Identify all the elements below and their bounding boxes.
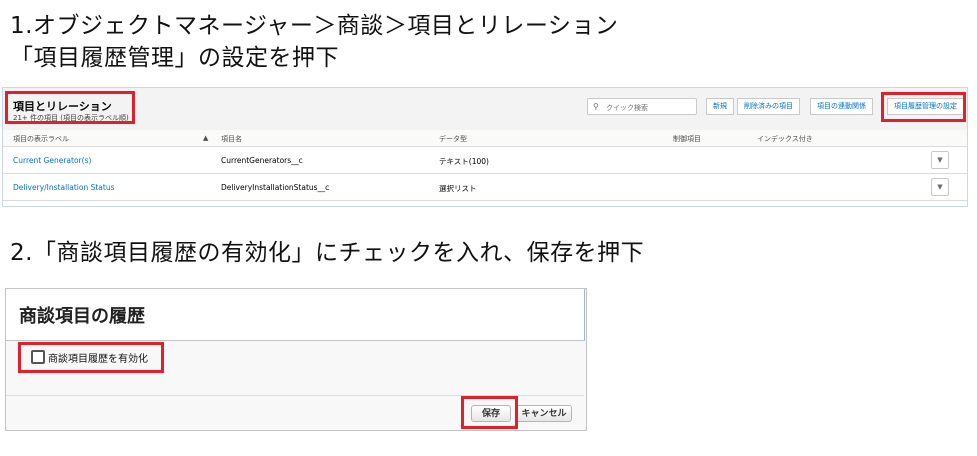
- field-label-link[interactable]: Delivery/Installation Status: [13, 183, 114, 192]
- table-row: Delivery/Installation Status DeliveryIns…: [3, 174, 967, 201]
- highlight-box-title: [5, 91, 135, 124]
- field-api-name: CurrentGenerators__c: [221, 156, 303, 165]
- search-placeholder: クイック検索: [606, 104, 648, 112]
- highlight-box-checkbox: [18, 342, 164, 373]
- new-button[interactable]: 新規: [706, 98, 734, 115]
- instruction-step1-line2: 「項目履歴管理」の設定を押下: [10, 45, 339, 71]
- history-panel-title: 商談項目の履歴: [19, 306, 145, 327]
- row-actions-chevron-icon[interactable]: ▼: [931, 151, 949, 169]
- opportunity-field-history-panel: 商談項目の履歴 商談項目履歴を有効化 保存 キャンセル: [5, 288, 587, 431]
- highlight-box-save: [461, 396, 518, 429]
- history-panel-header: 商談項目の履歴: [6, 289, 585, 341]
- highlight-box-history-button: [881, 92, 966, 122]
- fields-relationships-panel: 項目とリレーション 21+ 件の項目 (項目の表示ラベル順) ⚲ クイック検索 …: [2, 87, 968, 207]
- table-row: Current Generator(s) CurrentGenerators__…: [3, 147, 967, 174]
- col-controlling-field[interactable]: 制御項目: [673, 134, 701, 144]
- col-data-type[interactable]: データ型: [439, 134, 467, 144]
- instruction-step2: 2.「商談項目履歴の有効化」にチェックを入れ、保存を押下: [10, 240, 645, 266]
- col-field-name[interactable]: 項目名: [221, 134, 242, 144]
- panel-header: 項目とリレーション 21+ 件の項目 (項目の表示ラベル順) ⚲ クイック検索 …: [3, 88, 967, 131]
- field-data-type: テキスト(100): [439, 157, 489, 166]
- col-indexed[interactable]: インデックス付き: [757, 134, 813, 144]
- sort-asc-icon[interactable]: ▲: [203, 134, 208, 142]
- field-api-name: DeliveryInstallationStatus__c: [221, 183, 330, 192]
- field-data-type: 選択リスト: [439, 184, 477, 193]
- field-label-link[interactable]: Current Generator(s): [13, 156, 91, 165]
- cancel-button[interactable]: キャンセル: [516, 405, 572, 422]
- quick-search-input[interactable]: ⚲ クイック検索: [587, 98, 697, 115]
- field-dependencies-button[interactable]: 項目の連動関係: [810, 98, 873, 115]
- table-header: 項目の表示ラベル ▲ 項目名 データ型 制御項目 インデックス付き: [3, 130, 967, 147]
- search-icon: ⚲: [593, 102, 599, 111]
- col-field-label[interactable]: 項目の表示ラベル: [13, 134, 69, 144]
- row-actions-chevron-icon[interactable]: ▼: [931, 178, 949, 196]
- instruction-step1-line1: 1.オブジェクトマネージャー＞商談＞項目とリレーション: [10, 13, 619, 39]
- deleted-fields-button[interactable]: 削除済みの項目: [737, 98, 800, 115]
